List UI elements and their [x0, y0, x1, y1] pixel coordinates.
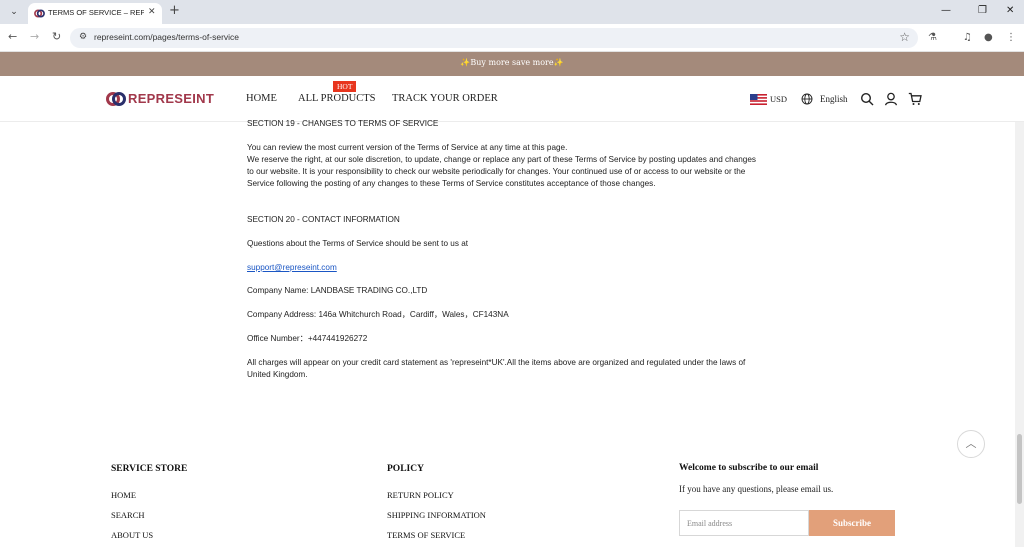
footer-policy-heading: POLICY [387, 464, 424, 474]
url-text[interactable]: represeint.com/pages/terms-of-service [94, 32, 239, 42]
footer-link-terms-of-service[interactable]: TERMS OF SERVICE [387, 530, 465, 540]
logo-mark-icon [106, 92, 126, 106]
section19-paragraph-2: We reserve the right, at our sole discre… [247, 155, 756, 188]
browser-tab[interactable]: TERMS OF SERVICE – REPRESEINT ✕ [28, 3, 162, 24]
site-favicon-icon [34, 9, 45, 18]
window-close-icon[interactable]: ✕ [1006, 4, 1014, 18]
bookmark-star-icon[interactable]: ☆ [899, 30, 910, 44]
reload-icon[interactable]: ↻ [52, 30, 61, 44]
footer-link-shipping-information[interactable]: SHIPPING INFORMATION [387, 510, 486, 520]
announcement-text[interactable]: ✨Buy more save more✨ [0, 58, 1024, 67]
new-tab-plus-icon[interactable]: + [169, 3, 180, 19]
charges-note: All charges will appear on your credit c… [247, 358, 746, 379]
section19-heading: SECTION 19 - CHANGES TO TERMS OF SERVICE [247, 119, 439, 128]
browser-menu-icon[interactable]: ⋮ [1006, 31, 1016, 45]
profile-avatar-icon[interactable]: ● [984, 31, 993, 45]
tab-close-icon[interactable]: ✕ [148, 7, 156, 17]
company-address: Company Address: 146a Whitchurch Road，Ca… [247, 310, 509, 319]
footer-subscribe-heading: Welcome to subscribe to our email [679, 463, 819, 473]
site-header: REPRESEINT HOME ALL PRODUCTS HOT TRACK Y… [0, 76, 1024, 122]
support-email-link[interactable]: support@represeint.com [247, 262, 337, 274]
forward-arrow-icon[interactable]: → [30, 30, 39, 44]
account-icon[interactable] [884, 92, 898, 106]
footer-link-search[interactable]: SEARCH [111, 510, 145, 520]
section20-heading: SECTION 20 - CONTACT INFORMATION [247, 215, 400, 224]
logo-text: REPRESEINT [128, 91, 215, 106]
office-number: Office Number：+447441926272 [247, 334, 368, 343]
footer-subscribe-text: If you have any questions, please email … [679, 484, 834, 494]
scrollbar-thumb[interactable] [1017, 434, 1022, 504]
browser-toolbar: ← → ↻ ⚙ represeint.com/pages/terms-of-se… [0, 24, 1024, 52]
announcement-bar: ✨Buy more save more✨ [0, 52, 1024, 76]
restore-icon[interactable]: ❐ [978, 4, 987, 18]
subscribe-email-input[interactable] [679, 510, 809, 536]
labs-flask-icon[interactable]: ⚗ [928, 31, 937, 45]
questions-text: Questions about the Terms of Service sho… [247, 239, 469, 248]
currency-selector[interactable]: USD [770, 94, 787, 104]
hot-badge: HOT [333, 81, 357, 92]
site-info-icon[interactable]: ⚙ [79, 32, 87, 42]
footer-link-about-us[interactable]: ABOUT US [111, 530, 153, 540]
back-arrow-icon[interactable]: ← [8, 30, 17, 44]
chevron-up-icon: ︿ [965, 437, 977, 450]
search-icon[interactable] [860, 92, 874, 106]
nav-track-order[interactable]: TRACK YOUR ORDER [392, 93, 498, 104]
company-name: Company Name: LANDBASE TRADING CO.,LTD [247, 286, 428, 295]
browser-tab-bar: ⌄ TERMS OF SERVICE – REPRESEINT ✕ + — ❐ … [0, 0, 1024, 24]
nav-all-products[interactable]: ALL PRODUCTS [298, 93, 376, 104]
nav-home[interactable]: HOME [246, 93, 277, 104]
address-bar[interactable]: ⚙ represeint.com/pages/terms-of-service … [70, 28, 918, 48]
section19-paragraph-1: You can review the most current version … [247, 143, 568, 152]
subscribe-button[interactable]: Subscribe [809, 510, 895, 536]
footer-link-home[interactable]: HOME [111, 490, 136, 500]
page-scrollbar[interactable] [1015, 122, 1024, 547]
language-selector[interactable]: English [820, 94, 848, 104]
footer-link-return-policy[interactable]: RETURN POLICY [387, 490, 454, 500]
footer-service-store-heading: SERVICE STORE [111, 464, 188, 474]
back-to-top-button[interactable]: ︿ [957, 430, 985, 458]
tab-search-chevron-icon[interactable]: ⌄ [6, 4, 22, 20]
media-controls-icon[interactable]: ♫ [963, 31, 972, 45]
tab-title: TERMS OF SERVICE – REPRESEINT [48, 8, 144, 17]
globe-icon[interactable] [801, 93, 813, 105]
cart-icon[interactable] [908, 92, 922, 106]
minimize-icon[interactable]: — [941, 4, 951, 18]
us-flag-icon[interactable] [750, 94, 767, 105]
